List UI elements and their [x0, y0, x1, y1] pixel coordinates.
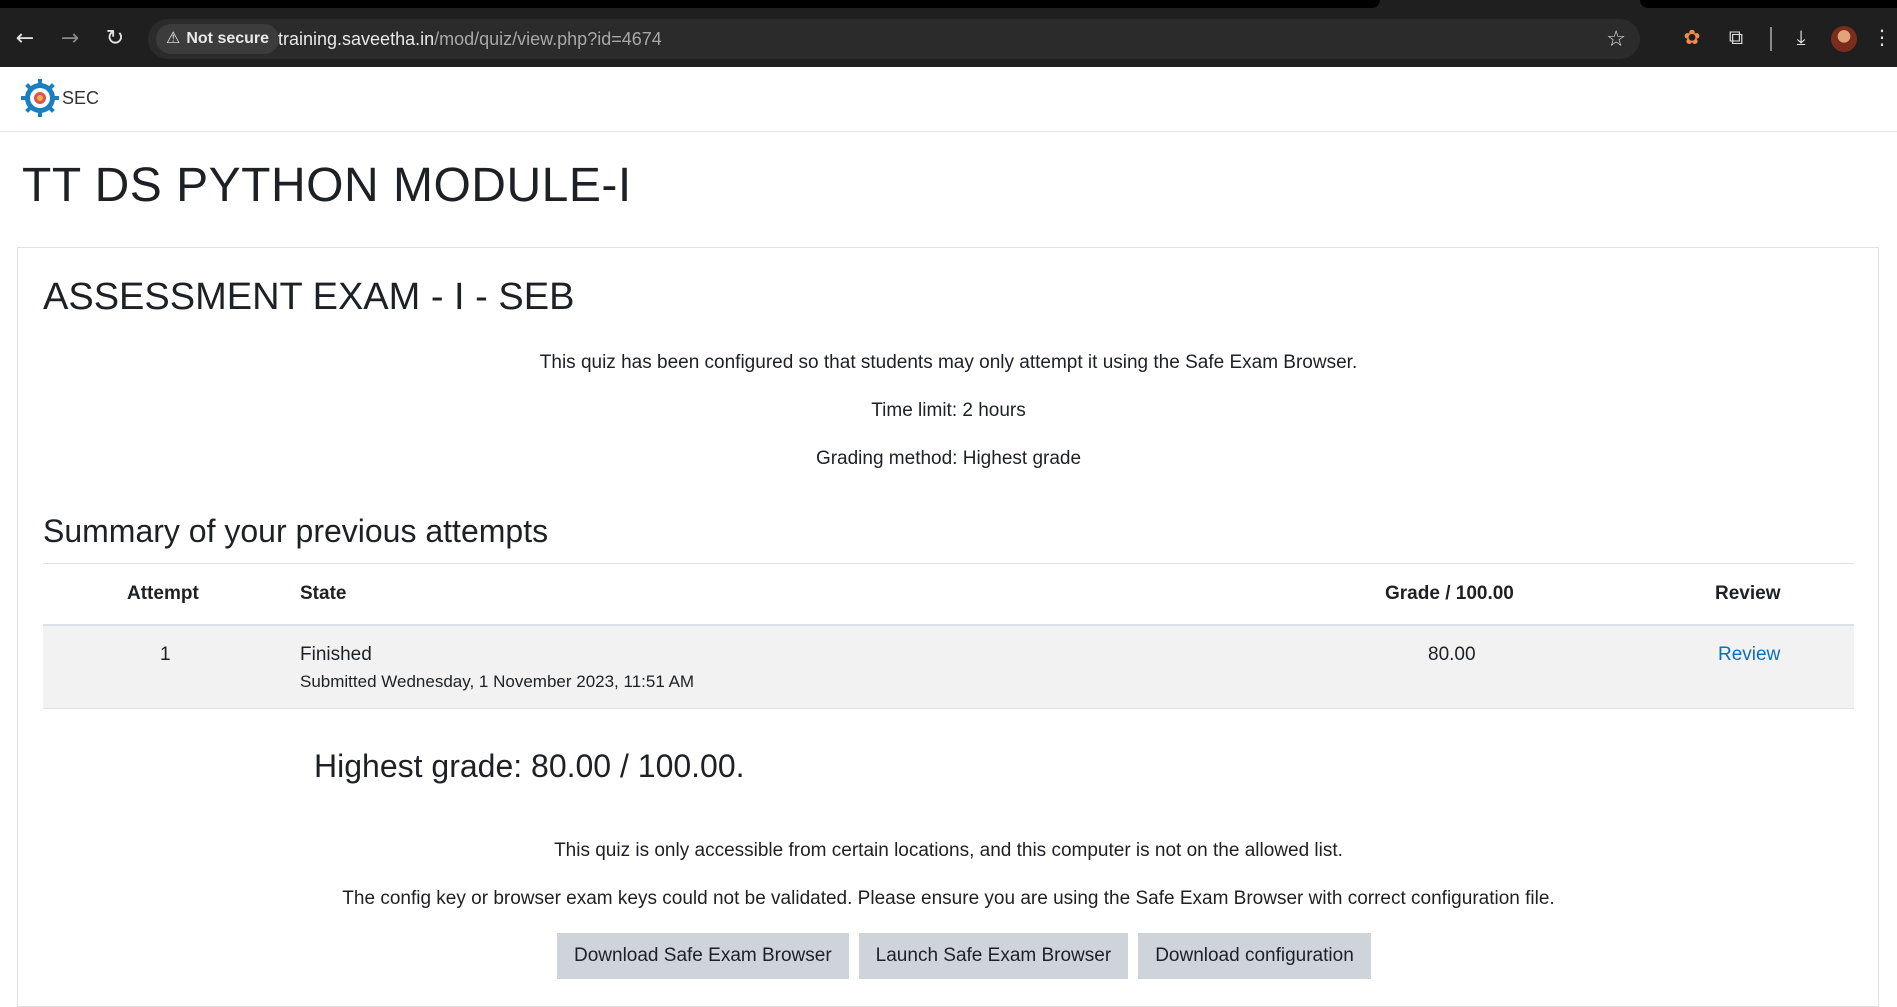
- attempts-table: Attempt State Grade / 100.00 Review 1 Fi…: [43, 563, 1854, 709]
- attempt-state: Finished: [300, 644, 372, 665]
- download-icon[interactable]: ⤓: [1785, 22, 1817, 54]
- profile-avatar[interactable]: [1831, 26, 1857, 52]
- download-configuration-button[interactable]: Download configuration: [1138, 933, 1371, 979]
- reload-icon[interactable]: ↻: [98, 22, 132, 56]
- menu-kebab-icon[interactable]: ⋮: [1872, 22, 1892, 54]
- seb-buttons: Download Safe Exam Browser Launch Safe E…: [557, 933, 1371, 979]
- bookmark-star-icon[interactable]: ☆: [1606, 19, 1626, 59]
- config-key-message: The config key or browser exam keys coul…: [342, 888, 1555, 909]
- highest-grade: Highest grade: 80.00 / 100.00.: [314, 748, 745, 784]
- launch-seb-button[interactable]: Launch Safe Exam Browser: [858, 933, 1129, 979]
- extension-cookie-icon[interactable]: ✿: [1676, 22, 1708, 54]
- review-link[interactable]: Review: [1718, 644, 1780, 666]
- site-header: SEC: [0, 67, 1897, 132]
- attempt-number: 1: [160, 644, 171, 665]
- sec-logo-icon[interactable]: [20, 78, 60, 118]
- header-state: State: [300, 583, 347, 604]
- table-header: Attempt State Grade / 100.00 Review: [43, 563, 1854, 626]
- warning-icon: ⚠: [166, 30, 181, 47]
- header-review: Review: [1715, 583, 1781, 604]
- logo-text[interactable]: SEC: [62, 88, 99, 109]
- forward-icon[interactable]: →: [53, 22, 87, 56]
- seb-info-text: This quiz has been configured so that st…: [539, 352, 1358, 373]
- security-chip[interactable]: ⚠ Not secure: [156, 24, 280, 54]
- header-grade: Grade / 100.00: [1385, 583, 1514, 604]
- browser-toolbar: ← → ↻ ⚠ Not secure training.saveetha.in/…: [0, 0, 1897, 67]
- location-restriction-message: This quiz is only accessible from certai…: [554, 840, 1343, 861]
- tab-strip-right: [1640, 0, 1897, 8]
- toolbar-divider: [1770, 27, 1772, 51]
- table-row: 1 Finished Submitted Wednesday, 1 Novemb…: [43, 626, 1854, 709]
- url-host: training.saveetha.in: [278, 29, 435, 49]
- address-bar[interactable]: ⚠ Not secure training.saveetha.in/mod/qu…: [148, 19, 1640, 59]
- extensions-puzzle-icon[interactable]: ⧉: [1720, 22, 1752, 54]
- url-text[interactable]: training.saveetha.in/mod/quiz/view.php?i…: [278, 19, 662, 59]
- attempt-submitted-time: Submitted Wednesday, 1 November 2023, 11…: [300, 672, 695, 691]
- download-seb-button[interactable]: Download Safe Exam Browser: [557, 933, 849, 979]
- back-icon[interactable]: ←: [8, 22, 42, 56]
- attempt-grade: 80.00: [1428, 644, 1476, 665]
- time-limit-text: Time limit: 2 hours: [871, 400, 1026, 421]
- url-path: /mod/quiz/view.php?id=4674: [434, 29, 662, 49]
- grading-method-text: Grading method: Highest grade: [815, 448, 1082, 469]
- summary-heading: Summary of your previous attempts: [43, 513, 549, 549]
- page-title: TT DS PYTHON MODULE-I: [22, 159, 632, 212]
- header-attempt: Attempt: [127, 583, 199, 604]
- quiz-name: ASSESSMENT EXAM - I - SEB: [43, 276, 575, 318]
- tab-strip: [0, 0, 1380, 8]
- security-label: Not secure: [186, 30, 270, 47]
